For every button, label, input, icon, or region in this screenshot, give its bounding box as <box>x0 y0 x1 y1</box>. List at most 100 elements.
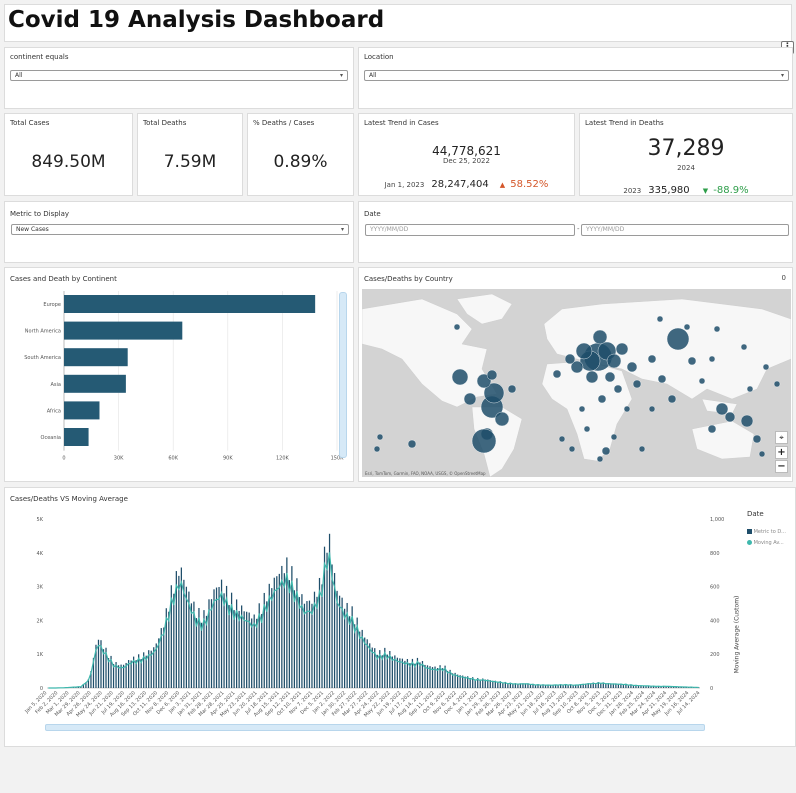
country-bubble <box>623 405 631 413</box>
country-bubble <box>578 405 586 413</box>
legend-swatch <box>747 529 752 534</box>
pct-deaths-card: % Deaths / Cases 0.89% <box>247 113 354 196</box>
world-map[interactable] <box>362 289 791 477</box>
bar <box>223 593 225 688</box>
trend-deaths-date: 2024 <box>677 164 695 172</box>
bar <box>64 348 128 367</box>
bar <box>316 596 318 688</box>
category-label: North America <box>25 329 61 335</box>
bar <box>311 603 313 688</box>
country-bubble <box>683 323 691 331</box>
country-bubble <box>568 445 576 453</box>
bar <box>281 565 283 688</box>
bar <box>215 587 218 688</box>
total-deaths-value: 7.59M <box>163 152 217 172</box>
bar <box>64 374 126 393</box>
bar <box>248 612 250 688</box>
country-bubble <box>740 414 754 428</box>
bar <box>150 650 152 688</box>
bar <box>253 614 255 688</box>
location-select-value: All <box>369 72 377 79</box>
total-deaths-label: Total Deaths <box>143 119 187 127</box>
bar <box>64 321 183 340</box>
country-bubble <box>407 439 417 449</box>
locate-icon[interactable]: ⌖ <box>775 431 788 444</box>
trend-cases-date: Dec 25, 2022 <box>443 157 490 165</box>
country-bubble <box>758 450 766 458</box>
country-bubble <box>564 353 576 365</box>
country-bubble <box>740 343 748 351</box>
bar <box>64 401 100 420</box>
bar <box>354 624 356 688</box>
country-bubble <box>592 329 608 345</box>
country-bubble <box>715 402 729 416</box>
bar <box>117 665 120 688</box>
country-bubble <box>648 405 656 413</box>
bar <box>256 618 258 688</box>
bar <box>278 573 280 688</box>
bar <box>241 605 243 688</box>
continent-select[interactable]: All ▾ <box>10 70 348 81</box>
chart-scrollbar[interactable] <box>339 292 347 458</box>
total-deaths-card: Total Deaths 7.59M <box>137 113 243 196</box>
country-bubble <box>376 433 384 441</box>
bar <box>205 615 208 688</box>
trend-deaths-card: Latest Trend in Deaths 37,289 2024 2023 … <box>579 113 793 196</box>
trend-deaths-prev-value: 335,980 <box>648 185 690 196</box>
trend-cases-value: 44,778,621 <box>432 144 501 158</box>
date-from-input[interactable]: YYYY/MM/DD <box>365 224 575 236</box>
map-title: Cases/Deaths by Country <box>364 275 453 283</box>
chevron-down-icon: ▾ <box>780 72 784 79</box>
metric-select[interactable]: New Cases ▾ <box>11 224 349 235</box>
legend-item[interactable]: Metric to D... <box>747 529 786 535</box>
country-bubble <box>724 411 736 423</box>
page-title: Covid 19 Analysis Dashboard <box>8 7 385 33</box>
x-scrollbar[interactable] <box>45 724 705 731</box>
bar <box>102 649 105 688</box>
bar <box>243 611 245 688</box>
zoom-out-button[interactable]: − <box>775 460 788 473</box>
country-bubble <box>752 434 762 444</box>
legend-item[interactable]: Moving Av... <box>747 540 784 546</box>
bar <box>163 627 165 688</box>
map-corner-value: 0 <box>781 274 786 282</box>
bar <box>349 616 351 688</box>
country-bubble <box>451 368 469 386</box>
y-tick-label: 2K <box>37 618 44 624</box>
country-bubble <box>471 428 497 454</box>
location-select[interactable]: All ▾ <box>364 70 789 81</box>
bar <box>251 618 253 688</box>
bar <box>308 600 311 688</box>
country-bubble <box>596 455 604 463</box>
bar <box>364 637 366 688</box>
category-label: Asia <box>51 382 61 388</box>
bar <box>64 428 89 446</box>
chevron-down-icon: ▾ <box>339 72 343 79</box>
chevron-down-icon: ▾ <box>340 226 344 233</box>
trend-cases-prev-value: 28,247,404 <box>431 179 489 190</box>
category-label: Europe <box>43 302 61 308</box>
country-bubble <box>575 342 593 360</box>
bar <box>303 603 306 688</box>
country-bubble <box>638 445 646 453</box>
y2-tick-label: 1,000 <box>710 517 724 523</box>
legend-swatch <box>747 540 752 545</box>
country-bubble <box>610 433 618 441</box>
bar <box>271 588 273 688</box>
bar <box>195 618 198 688</box>
country-bubble <box>613 384 623 394</box>
date-to-input[interactable]: YYYY/MM/DD <box>581 224 789 236</box>
country-bubble <box>657 374 667 384</box>
trend-cases-change: 58.52% <box>510 179 549 190</box>
bar <box>293 590 296 688</box>
bar <box>173 593 175 688</box>
country-bubble <box>667 394 677 404</box>
y2-tick-label: 400 <box>710 618 720 624</box>
metric-card: Metric to Display New Cases ▾ <box>4 201 354 263</box>
bar <box>276 576 278 688</box>
country-bubble <box>453 323 461 331</box>
moving-average-card: Cases/Deaths VS Moving Average 0 1K 2K 3K 4K… <box>4 487 796 747</box>
trend-cases-card: Latest Trend in Cases 44,778,621 Dec 25,… <box>358 113 575 196</box>
total-cases-label: Total Cases <box>10 119 50 127</box>
zoom-in-button[interactable]: + <box>775 446 788 459</box>
